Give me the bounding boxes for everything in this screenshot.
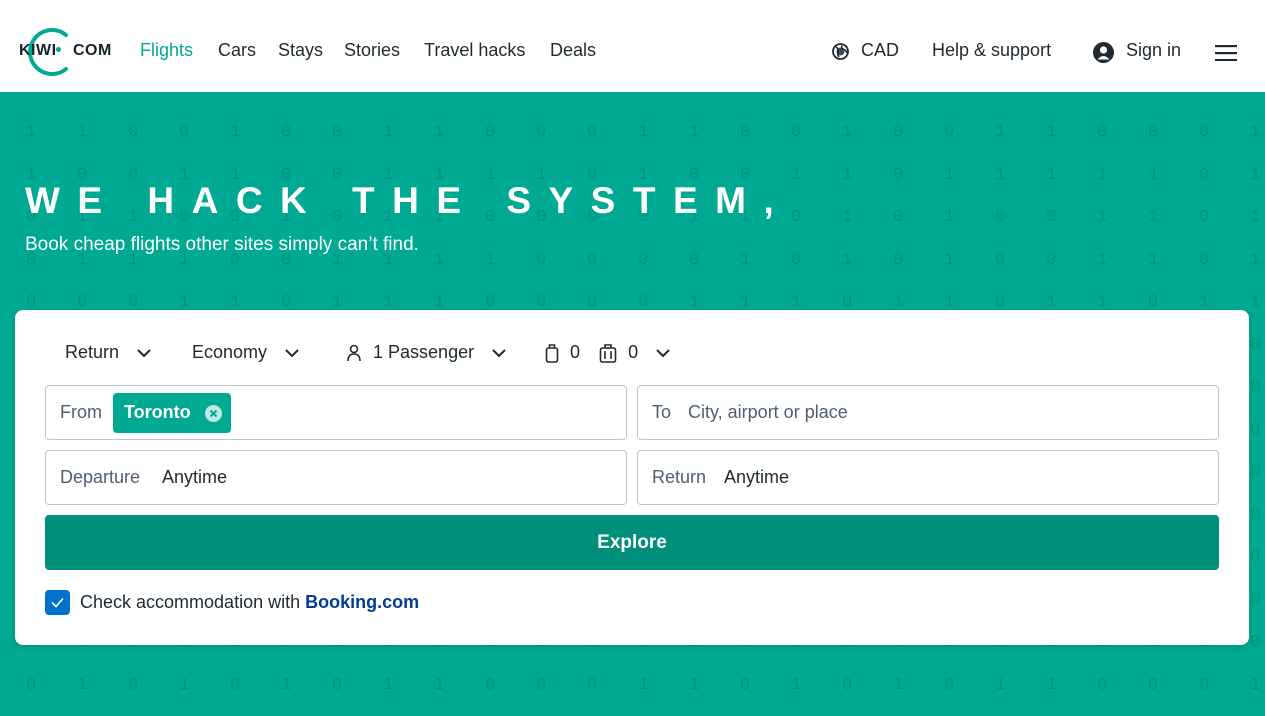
accommodation-checkbox[interactable] [45, 590, 70, 615]
passengers-value: 1 Passenger [373, 342, 475, 362]
kiwi-logo[interactable]: KIWI COM [10, 27, 114, 77]
departure-field[interactable]: Departure Anytime [45, 450, 627, 505]
passengers-select[interactable]: 1 Passenger [346, 342, 507, 366]
cabin-bag-icon [545, 344, 559, 364]
currency-selector[interactable]: CAD [861, 40, 899, 64]
person-icon [347, 344, 361, 362]
hero-title: WE HACK THE SYSTEM, [25, 180, 792, 221]
logo-dot [56, 47, 61, 52]
origin-chip-label: Toronto [124, 402, 191, 422]
nav-cars[interactable]: Cars [218, 40, 256, 61]
logo-tld-text: COM [73, 42, 112, 59]
remove-origin-icon[interactable] [205, 405, 222, 422]
from-label: From [60, 402, 102, 422]
site-header: KIWI COM Flights Cars Stays Stories Trav… [0, 0, 1265, 92]
from-field[interactable]: From Toronto [45, 385, 627, 440]
return-label: Return [652, 467, 707, 487]
help-support-link[interactable]: Help & support [932, 40, 1051, 64]
chevron-down-icon [492, 349, 506, 358]
hero-subtitle: Book cheap flights other sites simply ca… [25, 234, 419, 255]
explore-button[interactable]: Explore [45, 515, 1219, 570]
logo-main-text: KIWI [19, 42, 57, 59]
cabin-class-value: Economy [192, 342, 268, 362]
nav-stays[interactable]: Stays [278, 40, 323, 61]
sign-in-link[interactable]: Sign in [1126, 40, 1181, 64]
return-field[interactable]: Return Anytime [637, 450, 1219, 505]
checked-bag-icon [599, 344, 617, 364]
chevron-down-icon [656, 349, 670, 358]
menu-icon[interactable] [1215, 45, 1237, 61]
departure-label: Departure [60, 467, 141, 487]
to-input-placeholder[interactable]: City, airport or place [688, 402, 848, 423]
globe-icon[interactable] [832, 43, 849, 60]
nav-stories[interactable]: Stories [344, 40, 400, 61]
accommodation-label: Check accommodation with [80, 592, 301, 612]
cabin-bags-count: 0 [570, 342, 581, 362]
bags-select[interactable]: 0 0 [545, 342, 671, 366]
trip-type-value: Return [65, 342, 120, 362]
chevron-down-icon [285, 349, 299, 358]
return-value: Anytime [724, 467, 790, 487]
nav-travel-hacks[interactable]: Travel hacks [424, 40, 525, 61]
departure-value: Anytime [162, 467, 228, 487]
nav-deals[interactable]: Deals [550, 40, 596, 61]
cabin-class-select[interactable]: Economy [192, 342, 300, 366]
nav-flights[interactable]: Flights [140, 40, 193, 61]
user-icon[interactable] [1093, 42, 1114, 63]
trip-type-select[interactable]: Return [65, 342, 152, 366]
to-field[interactable]: To City, airport or place [637, 385, 1219, 440]
search-form: Return Economy 1 Passenger 0 0 From Toro… [15, 310, 1249, 645]
origin-chip[interactable]: Toronto [113, 393, 231, 433]
checkmark-icon [51, 597, 64, 608]
booking-brand[interactable]: Booking.com [305, 592, 419, 612]
checked-bags-count: 0 [628, 342, 639, 362]
to-label: To [652, 402, 672, 422]
chevron-down-icon [137, 349, 151, 358]
